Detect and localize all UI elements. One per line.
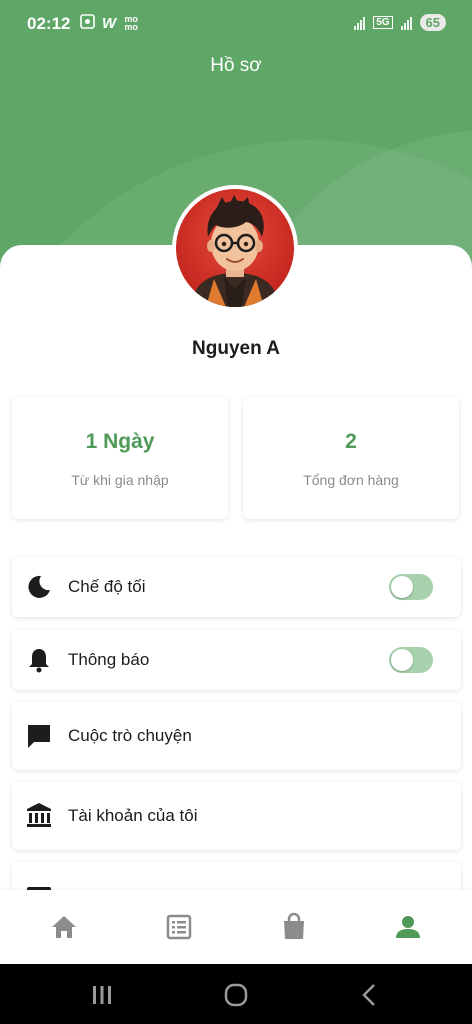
stat-card-days: 1 Ngày Từ khi gia nhập [12, 397, 228, 519]
bank-icon [25, 801, 53, 829]
profile-person-icon[interactable] [393, 912, 423, 942]
chat-icon [25, 722, 53, 750]
signal-icon [400, 16, 412, 30]
menu-item-label: Chế độ tối [68, 577, 146, 596]
moon-icon [25, 573, 53, 601]
w-app-icon: W [102, 14, 117, 32]
status-system-icons: 5G 65 [354, 14, 446, 31]
stats-row: 1 Ngày Từ khi gia nhập 2 Tổng đơn hàng [12, 397, 460, 521]
home-button-icon[interactable] [222, 981, 250, 1009]
status-time: 02:12 [27, 14, 71, 33]
menu-item-my-account[interactable]: Tài khoản của tôi [12, 782, 461, 850]
battery-level: 65 [419, 14, 446, 31]
bottom-navigation [0, 890, 472, 964]
menu-item-dark-mode[interactable]: Chế độ tối [12, 557, 461, 617]
menu-item-notifications[interactable]: Thông báo [12, 630, 461, 690]
menu-item-label: Cuộc trò chuyện [68, 726, 192, 745]
menu-item-chat[interactable]: Cuộc trò chuyện [12, 702, 461, 770]
shopping-bag-icon[interactable] [279, 912, 309, 942]
status-bar: 02:12 W mo mo 5G 65 [0, 0, 472, 48]
menu-item-label: Tài khoản của tôi [68, 806, 198, 825]
profile-sheet: Nguyen A 1 Ngày Từ khi gia nhập 2 Tổng đ… [0, 245, 472, 965]
menu-item-label: Thông báo [68, 650, 150, 669]
network-type: 5G [373, 16, 393, 29]
dark-mode-toggle[interactable] [389, 574, 433, 600]
avatar-image [176, 189, 294, 307]
back-icon[interactable] [355, 981, 383, 1009]
user-name: Nguyen A [192, 338, 280, 359]
home-icon[interactable] [49, 912, 79, 942]
stat-label: Tổng đơn hàng [303, 472, 399, 488]
screen-record-icon [80, 14, 95, 32]
momo-icon: mo mo [124, 14, 138, 32]
page-title: Hồ sơ [210, 55, 262, 76]
signal-icon [354, 16, 366, 30]
recent-apps-icon[interactable] [88, 981, 116, 1009]
system-navigation-bar [0, 964, 472, 1024]
avatar[interactable] [172, 185, 298, 311]
stat-value: 1 Ngày [85, 430, 155, 453]
stat-label: Từ khi gia nhập [71, 472, 169, 488]
notifications-toggle[interactable] [389, 647, 433, 673]
status-app-icons: W mo mo [80, 14, 139, 32]
stat-card-orders: 2 Tổng đơn hàng [243, 397, 459, 519]
stat-value: 2 [345, 430, 357, 453]
toggle-knob [391, 649, 413, 671]
toggle-knob [391, 576, 413, 598]
orders-list-icon[interactable] [164, 912, 194, 942]
bell-icon [25, 646, 53, 674]
